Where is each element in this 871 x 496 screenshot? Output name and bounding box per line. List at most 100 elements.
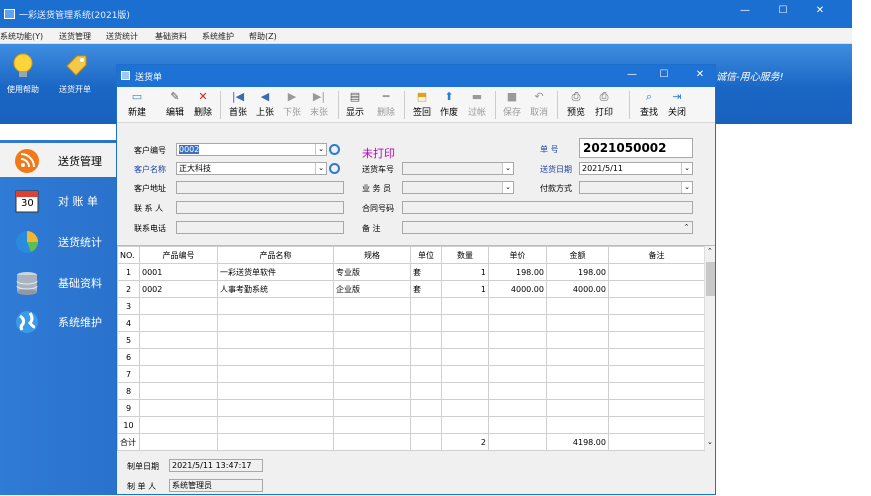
table-cell[interactable]	[608, 280, 705, 298]
table-cell[interactable]	[441, 399, 489, 417]
table-cell[interactable]	[488, 382, 547, 400]
close-dialog-button[interactable]: ⇥ 关闭	[665, 90, 689, 118]
table-row[interactable]: 3	[117, 297, 705, 315]
table-cell[interactable]	[488, 416, 547, 434]
table-cell[interactable]	[139, 399, 218, 417]
table-cell[interactable]	[608, 416, 705, 434]
close-button[interactable]: ✕	[810, 5, 830, 16]
table-cell[interactable]: 1	[441, 263, 489, 281]
post-button[interactable]: ▬ 过帐	[465, 90, 489, 118]
column-header[interactable]: 产品编号	[139, 246, 218, 264]
table-cell[interactable]	[410, 365, 442, 383]
scroll-thumb[interactable]	[706, 262, 715, 296]
table-cell[interactable]	[546, 399, 609, 417]
table-cell[interactable]	[546, 331, 609, 349]
table-cell[interactable]: 198.00	[488, 263, 547, 281]
table-cell[interactable]	[608, 263, 705, 281]
table-cell[interactable]	[488, 314, 547, 332]
spin-icon[interactable]: ⌃	[681, 222, 692, 233]
table-cell[interactable]	[217, 331, 334, 349]
menu-statistics[interactable]: 送货统计	[106, 31, 138, 42]
table-cell[interactable]: 企业版	[333, 280, 411, 298]
table-cell[interactable]: 0002	[139, 280, 218, 298]
dialog-minimize-button[interactable]: —	[622, 69, 642, 80]
menu-help[interactable]: 帮助(Z)	[249, 31, 277, 42]
chevron-down-icon[interactable]: ⌄	[315, 144, 326, 155]
table-row[interactable]: 6	[117, 348, 705, 366]
table-cell[interactable]	[333, 399, 411, 417]
table-row[interactable]: 2 0002 人事考勤系统 企业版套 1 4000.00 4000.00	[117, 280, 705, 298]
table-row[interactable]: 9	[117, 399, 705, 417]
table-cell[interactable]	[333, 331, 411, 349]
table-cell[interactable]	[488, 297, 547, 315]
next-button[interactable]: ▶ 下张	[280, 90, 304, 118]
table-cell[interactable]	[608, 314, 705, 332]
preview-button[interactable]: ⎙ 预览	[564, 90, 588, 118]
menu-basic-data[interactable]: 基础资料	[155, 31, 187, 42]
table-cell[interactable]: 2	[117, 280, 140, 298]
customer-code-field[interactable]: 0002 ⌄	[176, 143, 327, 156]
maximize-button[interactable]: ☐	[773, 5, 793, 16]
chevron-down-icon[interactable]: ⌄	[502, 182, 513, 193]
table-cell[interactable]	[441, 348, 489, 366]
table-cell[interactable]	[546, 416, 609, 434]
table-cell[interactable]	[217, 416, 334, 434]
table-cell[interactable]	[410, 331, 442, 349]
table-cell[interactable]	[410, 314, 442, 332]
table-cell[interactable]	[333, 297, 411, 315]
customer-name-field[interactable]: 正大科技 ⌄	[176, 162, 327, 175]
chevron-down-icon[interactable]: ⌄	[681, 163, 692, 174]
table-cell[interactable]	[217, 365, 334, 383]
table-cell[interactable]	[546, 365, 609, 383]
signback-button[interactable]: ⬒ 签回	[410, 90, 434, 118]
table-cell[interactable]: 人事考勤系统	[217, 280, 334, 298]
column-header[interactable]: 数量	[441, 246, 489, 264]
dialog-close-button[interactable]: ✕	[690, 69, 710, 80]
table-cell[interactable]	[546, 314, 609, 332]
chevron-down-icon[interactable]: ⌄	[315, 163, 326, 174]
salesman-field[interactable]: ⌄	[402, 181, 514, 194]
dialog-maximize-button[interactable]: ☐	[654, 69, 674, 80]
table-row[interactable]: 1 0001 一彩送货单软件 专业版套 1 198.00 198.00	[117, 263, 705, 281]
nav-item-statistics[interactable]: 送货统计	[0, 224, 118, 258]
doc-no-field[interactable]: 2021050002	[579, 138, 693, 158]
payment-field[interactable]: ⌄	[579, 181, 693, 194]
table-row[interactable]: 4	[117, 314, 705, 332]
table-cell[interactable]	[441, 365, 489, 383]
table-cell[interactable]: 4	[117, 314, 140, 332]
customer-code-search-icon[interactable]	[329, 144, 340, 155]
chevron-down-icon[interactable]: ⌄	[681, 182, 692, 193]
scroll-down-icon[interactable]: ⌄	[707, 438, 713, 446]
table-cell[interactable]	[441, 416, 489, 434]
nav-item-maintenance[interactable]: 系统维护	[0, 304, 118, 338]
table-cell[interactable]	[333, 348, 411, 366]
print-button[interactable]: ⎙ 打印	[592, 90, 616, 118]
table-cell[interactable]	[441, 382, 489, 400]
table-cell[interactable]: 8	[117, 382, 140, 400]
table-cell[interactable]	[488, 399, 547, 417]
table-row[interactable]: 7	[117, 365, 705, 383]
column-header[interactable]: NO.	[117, 246, 140, 264]
table-cell[interactable]	[139, 365, 218, 383]
display-button[interactable]: ▤ 显示	[343, 90, 367, 118]
edit-button[interactable]: ✎ 编辑	[163, 90, 187, 118]
contact-phone-field[interactable]	[176, 221, 344, 234]
remarks-field[interactable]: ⌃	[402, 221, 693, 234]
table-cell[interactable]: 9	[117, 399, 140, 417]
table-cell[interactable]	[608, 331, 705, 349]
table-cell[interactable]	[410, 399, 442, 417]
table-cell[interactable]: 一彩送货单软件	[217, 263, 334, 281]
table-cell[interactable]	[488, 365, 547, 383]
vehicle-field[interactable]: ⌄	[402, 162, 514, 175]
column-header[interactable]: 金额	[546, 246, 609, 264]
search-button[interactable]: ⌕ 查找	[637, 90, 661, 118]
menu-delivery[interactable]: 送货管理	[59, 31, 91, 42]
table-cell[interactable]: 套	[410, 263, 442, 281]
table-cell[interactable]	[546, 297, 609, 315]
table-cell[interactable]	[546, 382, 609, 400]
save-button[interactable]: ■ 保存	[500, 90, 524, 118]
table-cell[interactable]: 1	[441, 280, 489, 298]
grid-scrollbar[interactable]: ⌃ ⌄	[704, 246, 715, 452]
column-header[interactable]: 产品名称	[217, 246, 334, 264]
contact-field[interactable]	[176, 201, 344, 214]
